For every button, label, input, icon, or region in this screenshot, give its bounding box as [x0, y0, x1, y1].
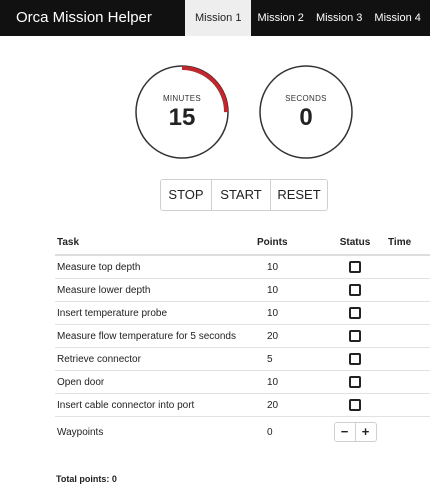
app-title[interactable]: Orca Mission Helper [16, 0, 152, 36]
header-time: Time [388, 230, 430, 256]
reset-button[interactable]: RESET [271, 180, 327, 210]
status-cell [322, 278, 388, 302]
total-points: Total points: 0 [56, 474, 117, 484]
status-cell [322, 393, 388, 417]
table-row: Measure flow temperature for 5 seconds 20 [55, 324, 430, 348]
task-time [388, 255, 430, 279]
table-row: Insert temperature probe 10 [55, 301, 430, 325]
status-cell [322, 255, 388, 279]
task-points: 10 [257, 370, 322, 394]
task-table: Task Points Status Time Measure top dept… [55, 230, 430, 447]
task-points: 10 [257, 255, 322, 279]
task-name: Measure lower depth [55, 278, 257, 302]
seconds-dial: SECONDS 0 [258, 64, 354, 160]
minutes-label: MINUTES [162, 94, 202, 103]
tab-mission-3[interactable]: Mission 3 [310, 0, 368, 36]
task-name: Measure flow temperature for 5 seconds [55, 324, 257, 348]
plus-button[interactable]: + [355, 423, 376, 441]
mission-tabs: Mission 1 Mission 2 Mission 3 Mission 4 [185, 0, 427, 36]
status-cell [322, 347, 388, 371]
header-task: Task [55, 230, 257, 256]
task-time [388, 278, 430, 302]
waypoints-stepper-cell: − + [322, 417, 388, 448]
header-points: Points [257, 230, 322, 256]
status-checkbox[interactable] [349, 284, 361, 296]
table-row: Open door 10 [55, 370, 430, 394]
header-status: Status [322, 230, 388, 256]
minutes-value: 15 [168, 104, 196, 131]
task-name: Insert temperature probe [55, 301, 257, 325]
status-cell [322, 301, 388, 325]
status-checkbox[interactable] [349, 307, 361, 319]
seconds-label: SECONDS [285, 94, 327, 103]
task-name: Retrieve connector [55, 347, 257, 371]
minus-button[interactable]: − [334, 423, 356, 441]
table-row: Retrieve connector 5 [55, 347, 430, 371]
task-name: Measure top depth [55, 255, 257, 279]
status-checkbox[interactable] [349, 353, 361, 365]
tab-mission-4[interactable]: Mission 4 [368, 0, 426, 36]
task-table-body: Measure top depth 10 Measure lower depth 10… [55, 255, 430, 447]
task-time [388, 370, 430, 394]
task-points: 10 [257, 301, 322, 325]
task-points: 10 [257, 278, 322, 302]
table-header-row: Task Points Status Time [55, 230, 430, 256]
table-row: Measure lower depth 10 [55, 278, 430, 302]
task-name: Waypoints [57, 426, 104, 438]
task-points: 20 [257, 324, 322, 348]
task-time [388, 393, 430, 417]
waypoints-stepper: − + [333, 422, 377, 442]
task-name: Insert cable connector into port [55, 393, 257, 417]
status-cell [322, 324, 388, 348]
task-time [388, 347, 430, 371]
task-points: 5 [257, 347, 322, 371]
task-time [388, 417, 430, 448]
stop-button[interactable]: STOP [161, 180, 212, 210]
tab-mission-1[interactable]: Mission 1 [185, 0, 252, 36]
top-navbar: Orca Mission Helper Mission 1 Mission 2 … [0, 0, 430, 36]
start-button[interactable]: START [212, 180, 271, 210]
task-name: Open door [55, 370, 257, 394]
table-row: Measure top depth 10 [55, 255, 430, 279]
status-checkbox[interactable] [349, 399, 361, 411]
minutes-dial: MINUTES 15 [134, 64, 230, 160]
status-checkbox[interactable] [349, 261, 361, 273]
timer-display: MINUTES 15 SECONDS 0 [134, 64, 354, 174]
status-checkbox[interactable] [349, 376, 361, 388]
tab-mission-2[interactable]: Mission 2 [251, 0, 309, 36]
table-row: Insert cable connector into port 20 [55, 393, 430, 417]
task-time [388, 324, 430, 348]
task-time [388, 301, 430, 325]
task-points: 20 [257, 393, 322, 417]
seconds-value: 0 [299, 104, 313, 131]
task-points: 0 [267, 426, 273, 438]
table-row-waypoints: Waypoints 0 − + [55, 417, 430, 448]
status-cell [322, 370, 388, 394]
status-checkbox[interactable] [349, 330, 361, 342]
timer-controls: STOP START RESET [160, 179, 328, 211]
